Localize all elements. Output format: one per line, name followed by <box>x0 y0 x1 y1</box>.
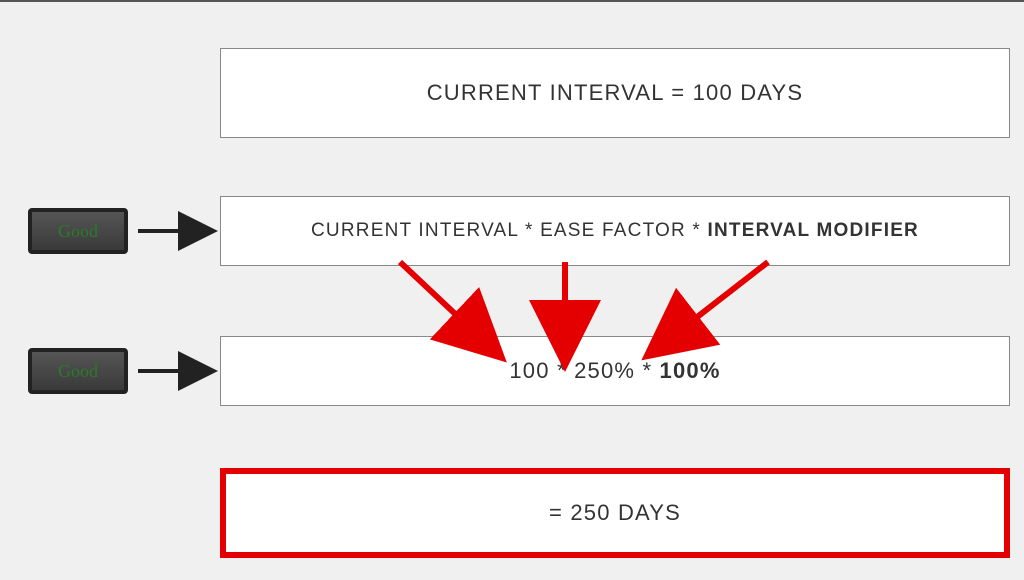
result-box: = 250 DAYS <box>220 468 1010 558</box>
result-text: = 250 DAYS <box>549 500 681 526</box>
current-interval-text: CURRENT INTERVAL = 100 DAYS <box>427 80 804 106</box>
value-sep-2: * <box>635 358 659 383</box>
values-box: 100 * 250% * 100% <box>220 336 1010 406</box>
formula-part-current-interval: CURRENT INTERVAL <box>311 220 518 241</box>
value-ease-factor: 250% <box>574 358 635 383</box>
formula-text: CURRENT INTERVAL * EASE FACTOR * INTERVA… <box>311 220 919 242</box>
formula-box: CURRENT INTERVAL * EASE FACTOR * INTERVA… <box>220 196 1010 266</box>
good-button-label: Good <box>58 221 98 242</box>
formula-sep-1: * <box>519 220 541 241</box>
value-sep-1: * <box>550 358 574 383</box>
good-button[interactable]: Good <box>28 348 128 394</box>
current-interval-box: CURRENT INTERVAL = 100 DAYS <box>220 48 1010 138</box>
good-button[interactable]: Good <box>28 208 128 254</box>
value-interval-modifier: 100% <box>660 358 721 383</box>
formula-sep-2: * <box>686 220 708 241</box>
formula-part-interval-modifier: INTERVAL MODIFIER <box>708 220 919 241</box>
good-button-label: Good <box>58 361 98 382</box>
formula-part-ease-factor: EASE FACTOR <box>540 220 686 241</box>
arrow-interval-modifier <box>665 262 768 342</box>
value-current-interval: 100 <box>509 358 549 383</box>
arrow-current-interval <box>400 262 485 342</box>
values-text: 100 * 250% * 100% <box>509 358 720 384</box>
